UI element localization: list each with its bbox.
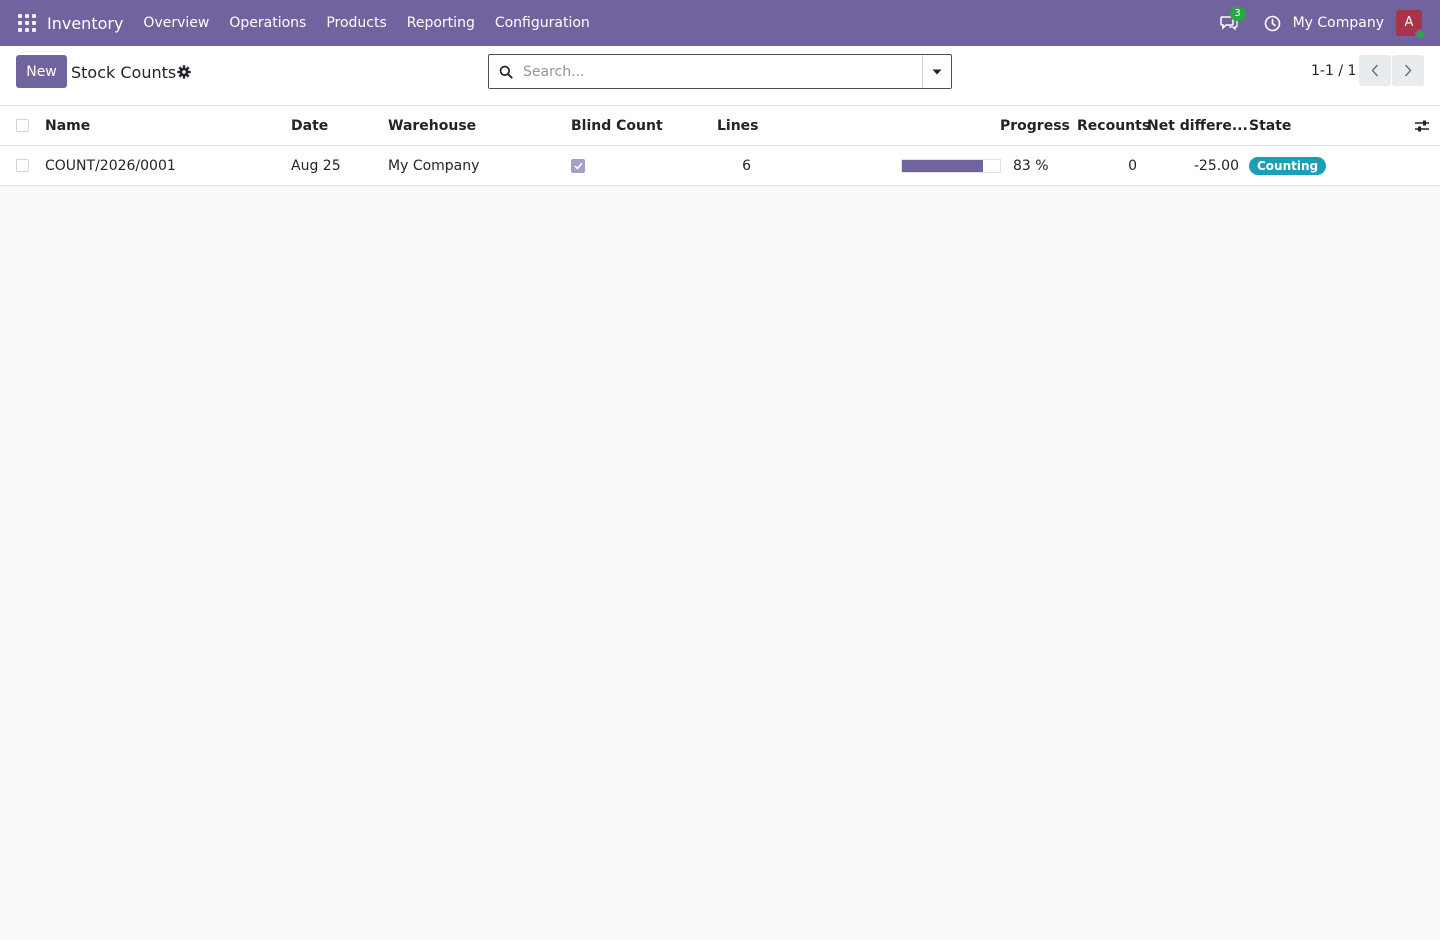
optional-columns-icon[interactable] [1414,106,1430,145]
pager-previous-button[interactable] [1359,55,1391,86]
table-header: Name Date Warehouse Blind Count Lines Pr… [0,106,1440,146]
stock-counts-list: Name Date Warehouse Blind Count Lines Pr… [0,106,1440,186]
progress-bar [901,158,1001,173]
search-bar [488,54,952,89]
header-progress[interactable]: Progress [1000,106,1070,145]
cell-progress-bar [901,146,1001,185]
top-navbar: Inventory Overview Operations Products R… [0,0,1440,46]
check-icon [573,162,583,170]
control-panel: New Stock Counts Search... 1-1 / 1 [0,46,1440,106]
pager-next-button[interactable] [1392,55,1424,86]
progress-bar-fill [902,159,984,172]
header-date[interactable]: Date [291,106,328,145]
row-select-cell [16,146,29,185]
header-net-difference[interactable]: Net differe... [1147,106,1248,145]
cell-date: Aug 25 [291,157,341,174]
header-warehouse[interactable]: Warehouse [388,106,476,145]
menu-configuration[interactable]: Configuration [495,15,590,31]
online-status-icon [1415,29,1426,40]
chevron-left-icon [1371,64,1379,77]
cell-state: Counting [1249,146,1327,185]
pager-value[interactable]: 1-1 / 1 [1311,63,1356,79]
avatar-initial: A [1404,15,1414,30]
app-brand[interactable]: Inventory [47,14,123,33]
cell-warehouse: My Company [388,157,480,174]
caret-down-icon [932,69,942,74]
user-avatar[interactable]: A [1396,10,1426,40]
table-row[interactable]: COUNT/2026/0001 Aug 25 My Company 6 83 %… [0,146,1440,185]
menu-operations[interactable]: Operations [229,15,306,31]
select-all-checkbox[interactable] [16,119,29,132]
blind-count-checkbox [571,158,585,173]
cell-progress-text: 83 % [1013,157,1049,174]
gear-icon[interactable] [177,65,191,79]
header-state[interactable]: State [1249,106,1291,145]
search-icon [489,55,523,88]
messages-icon[interactable]: 3 [1219,7,1246,31]
company-switcher[interactable]: My Company [1293,15,1384,31]
cell-name: COUNT/2026/0001 [45,157,176,174]
chevron-right-icon [1404,64,1412,77]
state-badge: Counting [1249,156,1327,175]
search-options-toggle[interactable] [922,55,951,88]
select-all-cell [16,106,29,145]
activity-clock-icon[interactable] [1264,15,1281,32]
cell-lines: 6 [742,157,751,174]
cell-net-difference: -25.00 [1193,157,1239,174]
header-lines[interactable]: Lines [717,106,759,145]
menu-products[interactable]: Products [326,15,386,31]
apps-grid-icon[interactable] [18,14,36,32]
messages-count-badge: 3 [1229,7,1246,21]
cell-recounts: 0 [1128,157,1137,174]
cell-blind-count [571,146,585,185]
new-button[interactable]: New [16,55,67,88]
row-select-checkbox[interactable] [16,159,29,172]
page-title: Stock Counts [71,63,177,82]
header-name[interactable]: Name [45,106,90,145]
menu-reporting[interactable]: Reporting [407,15,475,31]
menu-overview[interactable]: Overview [143,15,209,31]
header-recounts[interactable]: Recounts [1077,106,1150,145]
search-input[interactable] [523,55,922,88]
header-blind-count[interactable]: Blind Count [571,106,663,145]
navbar-systray: 3 My Company A [1219,0,1440,46]
